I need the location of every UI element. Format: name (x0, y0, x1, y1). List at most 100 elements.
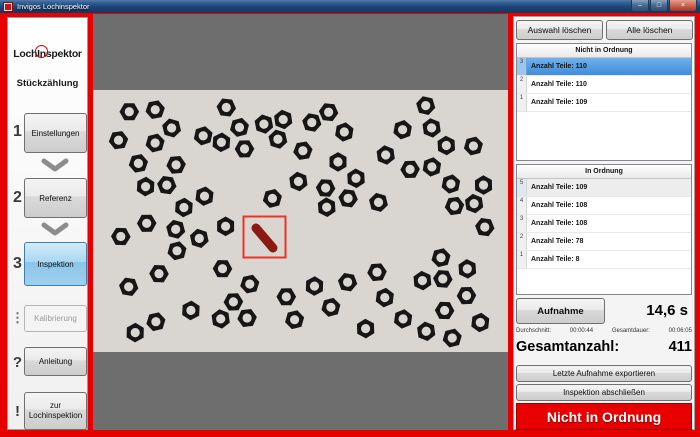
hex-nut (364, 259, 389, 285)
button-label-line: Lochinspektion (29, 411, 82, 421)
list-item[interactable]: 4 Anzahl Teile: 108 (517, 197, 691, 215)
hex-nut (318, 103, 339, 122)
to-hole-inspection-button[interactable]: zur Lochinspektion (24, 392, 87, 430)
hex-nut (266, 128, 290, 150)
hex-nut (156, 175, 178, 195)
clear-selection-button[interactable]: Auswahl löschen (516, 20, 603, 40)
avg-label: Durchschnitt: (516, 328, 551, 334)
hex-nut (343, 166, 368, 190)
image-panel (93, 14, 508, 430)
step-number-3: 3 (11, 255, 24, 273)
hex-nut (419, 154, 445, 180)
hex-nut (290, 138, 316, 164)
exclamation-icon: ! (11, 403, 24, 420)
hex-nut (122, 320, 148, 345)
hex-nut (337, 189, 359, 208)
hex-nut (232, 136, 257, 162)
list-item[interactable]: 2 Anzahl Teile: 110 (517, 76, 691, 94)
row-label: Anzahl Teile: 108 (527, 215, 691, 232)
hex-nut (142, 130, 168, 156)
nut-field-image (93, 90, 508, 352)
camera-image (93, 90, 508, 352)
total-count-value: 411 (669, 339, 692, 355)
hex-nut (455, 257, 480, 281)
row-number: 2 (517, 76, 527, 93)
row-label: Anzahl Teile: 8 (527, 251, 691, 268)
calibration-button[interactable]: Kalibrierung (24, 305, 87, 332)
row-number: 1 (517, 94, 527, 111)
hex-nut (286, 170, 311, 193)
clear-all-button[interactable]: Alle löschen (606, 20, 693, 40)
hex-nut (435, 302, 455, 320)
hex-nut (336, 272, 358, 292)
sidebar: LochInspektor Stückzählung 1 Einstellung… (7, 17, 88, 430)
list-item[interactable]: 2 Anzahl Teile: 78 (517, 233, 691, 251)
row-number: 3 (517, 215, 527, 232)
hex-nut (390, 306, 416, 331)
button-label-line: zur (50, 401, 61, 411)
hex-nut (111, 228, 131, 246)
hex-nut (160, 117, 184, 139)
nok-list-header: Nicht in Ordnung (517, 44, 691, 58)
hex-nut (190, 123, 216, 149)
settings-button[interactable]: Einstellungen (24, 113, 87, 153)
foreign-object-defect (256, 228, 273, 248)
hex-nut (213, 214, 238, 239)
hex-nut (460, 133, 486, 159)
close-button[interactable]: × (669, 0, 697, 12)
hex-nut (142, 97, 168, 123)
window-controls: – □ × (631, 0, 697, 12)
control-panel: Auswahl löschen Alle löschen Nicht in Or… (513, 16, 695, 430)
list-item[interactable]: 5 Anzahl Teile: 109 (517, 179, 691, 197)
minimize-button[interactable]: – (631, 0, 649, 12)
list-item[interactable]: 3 Anzahl Teile: 110 (517, 58, 691, 76)
hex-nut (208, 307, 233, 330)
export-last-capture-button[interactable]: Letzte Aufnahme exportieren (516, 365, 692, 382)
hex-nut (120, 103, 140, 120)
titlebar: Invigos Lochinspektor – □ × (0, 0, 700, 13)
minimize-icon: – (638, 2, 642, 9)
hex-nut (178, 298, 204, 323)
list-item[interactable]: 1 Anzahl Teile: 109 (517, 94, 691, 112)
capture-button[interactable]: Aufnahme (516, 298, 605, 324)
total-duration-label: Gesamtdauer: (612, 328, 650, 334)
row-label: Anzahl Teile: 108 (527, 197, 691, 214)
hex-nut (133, 174, 159, 199)
row-number: 2 (517, 233, 527, 250)
hex-nut (237, 271, 263, 297)
hex-nut (414, 95, 437, 116)
finish-inspection-button[interactable]: Inspektion abschließen (516, 384, 692, 401)
dots-icon: ⋮ (11, 310, 24, 326)
list-item[interactable]: 1 Anzahl Teile: 8 (517, 251, 691, 269)
ok-list-header: In Ordnung (517, 165, 691, 179)
capture-timer: 14,6 s (646, 302, 688, 319)
hex-nut (325, 150, 350, 175)
inspection-button[interactable]: Inspektion (24, 242, 87, 286)
list-item[interactable]: 3 Anzahl Teile: 108 (517, 215, 691, 233)
hex-nut (353, 317, 378, 341)
hex-nut (118, 277, 140, 297)
manual-button[interactable]: Anleitung (24, 347, 87, 376)
row-number: 5 (517, 179, 527, 196)
hex-nut (314, 195, 339, 219)
hex-nut (428, 245, 454, 271)
logo-hole-mark: In (37, 48, 46, 60)
app-logo: LochInspektor (8, 48, 87, 60)
mode-subtitle: Stückzählung (8, 78, 87, 89)
logo-text-part: spektor (46, 48, 82, 60)
hex-nut (209, 130, 235, 155)
hex-nut (274, 284, 299, 309)
hex-nut (171, 195, 197, 220)
hex-nut (164, 238, 190, 264)
hex-nut (442, 193, 467, 219)
reference-button[interactable]: Referenz (24, 178, 87, 218)
maximize-icon: □ (657, 2, 661, 9)
close-icon: × (681, 2, 685, 9)
hex-nut (271, 108, 296, 131)
hex-nut (149, 265, 169, 283)
maximize-button[interactable]: □ (650, 0, 668, 12)
hex-nut (414, 320, 439, 343)
row-label: Anzahl Teile: 78 (527, 233, 691, 250)
arrow-down-icon (32, 157, 78, 173)
app-icon (3, 2, 13, 12)
